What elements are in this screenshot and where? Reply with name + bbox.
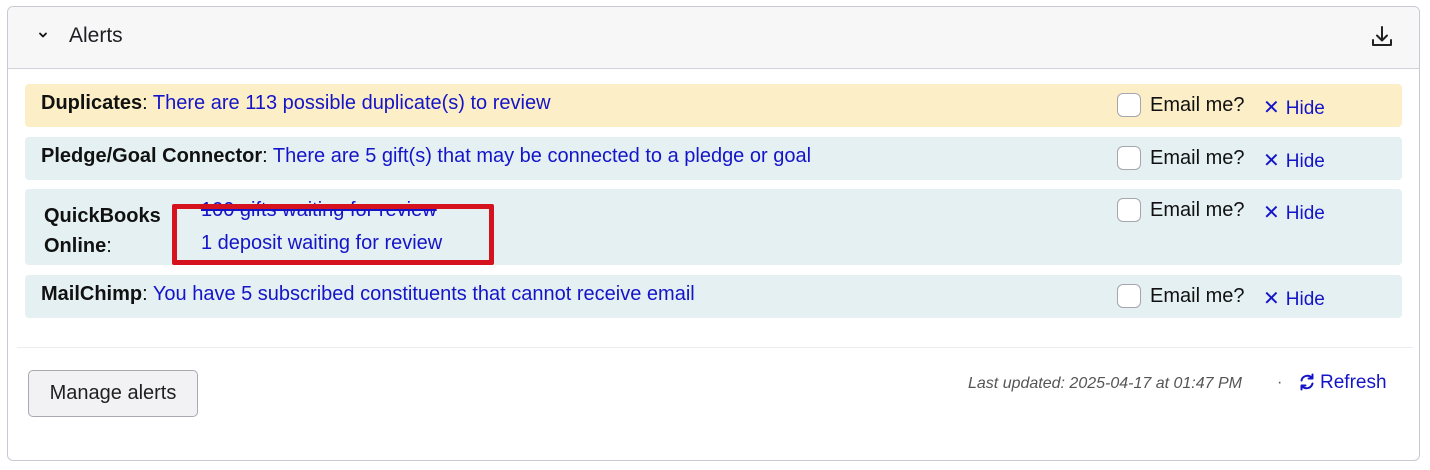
alert-separator: : xyxy=(142,283,148,305)
alert-text: Pledge/Goal Connector: There are 5 gift(… xyxy=(41,145,811,168)
hide-button[interactable]: ✕ Hide xyxy=(1263,95,1325,120)
email-me-checkbox[interactable] xyxy=(1117,146,1141,170)
alert-duplicates: Duplicates: There are 113 possible dupli… xyxy=(25,84,1402,127)
close-icon: ✕ xyxy=(1263,202,1280,224)
alert-message-link[interactable]: There are 5 gift(s) that may be connecte… xyxy=(273,145,811,167)
email-me-label: Email me? xyxy=(1150,147,1245,169)
close-icon: ✕ xyxy=(1263,97,1280,119)
hide-label: Hide xyxy=(1285,289,1325,310)
alert-source: Pledge/Goal Connector xyxy=(41,145,263,167)
alert-message-link[interactable]: You have 5 subscribed constituents that … xyxy=(153,283,695,305)
alert-source: QuickBooks Online: xyxy=(44,201,161,261)
panel-title: Alerts xyxy=(69,24,123,47)
panel-header: Alerts xyxy=(8,7,1419,69)
alert-source-line1: QuickBooks xyxy=(44,205,161,227)
last-updated-text: Last updated: 2025-04-17 at 01:47 PM xyxy=(968,375,1242,392)
email-me-checkbox[interactable] xyxy=(1117,198,1141,222)
chevron-down-icon[interactable] xyxy=(34,25,52,47)
hide-label: Hide xyxy=(1285,151,1325,172)
hide-button[interactable]: ✕ Hide xyxy=(1263,200,1325,225)
email-me-label: Email me? xyxy=(1150,285,1245,307)
separator-dot: · xyxy=(1277,374,1283,391)
hide-button[interactable]: ✕ Hide xyxy=(1263,148,1325,173)
alert-text: MailChimp: You have 5 subscribed constit… xyxy=(41,283,695,306)
email-me-label: Email me? xyxy=(1150,199,1245,221)
alert-separator: : xyxy=(262,145,268,167)
alert-text: Duplicates: There are 113 possible dupli… xyxy=(41,92,551,115)
email-me-checkbox[interactable] xyxy=(1117,284,1141,308)
hide-button[interactable]: ✕ Hide xyxy=(1263,286,1325,311)
email-me-checkbox[interactable] xyxy=(1117,93,1141,117)
alert-pledge-goal-connector: Pledge/Goal Connector: There are 5 gift(… xyxy=(25,137,1402,180)
email-me-label: Email me? xyxy=(1150,94,1245,116)
alert-separator: : xyxy=(106,235,112,257)
refresh-label: Refresh xyxy=(1320,372,1387,393)
refresh-button[interactable]: Refresh xyxy=(1298,372,1387,397)
alert-source: MailChimp xyxy=(41,283,143,305)
download-icon[interactable] xyxy=(1369,24,1395,50)
alert-source-line2: Online xyxy=(44,235,107,257)
divider xyxy=(17,347,1413,348)
close-icon: ✕ xyxy=(1263,288,1280,310)
alert-mailchimp: MailChimp: You have 5 subscribed constit… xyxy=(25,275,1402,318)
refresh-icon xyxy=(1298,373,1316,397)
alert-separator: : xyxy=(142,92,148,114)
manage-alerts-button[interactable]: Manage alerts xyxy=(28,370,198,417)
highlight-annotation-box xyxy=(172,204,494,265)
close-icon: ✕ xyxy=(1263,150,1280,172)
alert-message-link[interactable]: There are 113 possible duplicate(s) to r… xyxy=(153,92,551,114)
hide-label: Hide xyxy=(1285,98,1325,119)
alert-source: Duplicates xyxy=(41,92,143,114)
hide-label: Hide xyxy=(1285,203,1325,224)
